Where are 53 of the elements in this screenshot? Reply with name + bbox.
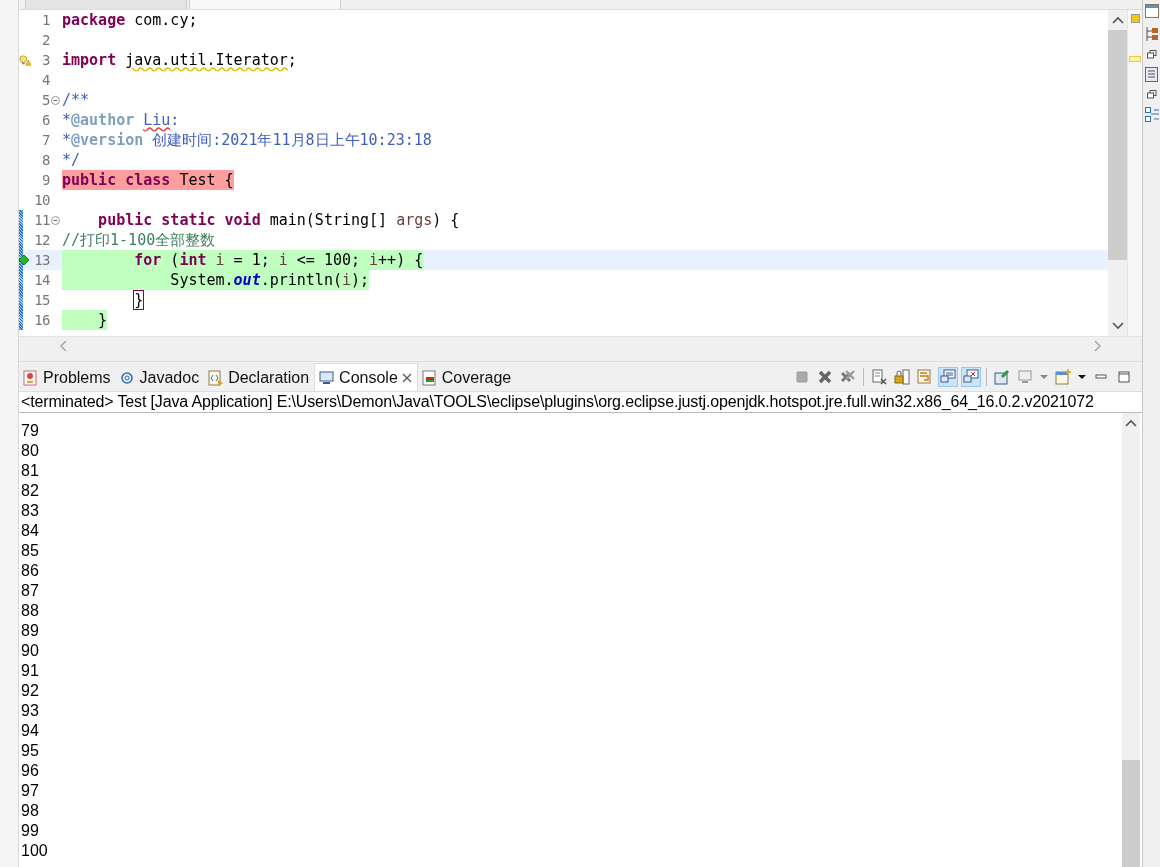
panel-tab[interactable]: Coverage <box>417 364 517 391</box>
line-number: 6 <box>41 112 50 128</box>
console-output-line: 99 <box>21 821 40 841</box>
line-number: 12 <box>33 232 50 248</box>
line-number: 16 <box>33 312 50 328</box>
console-output-line: 97 <box>21 781 40 801</box>
line-number: 11 <box>33 212 50 228</box>
console-output-line: 89 <box>21 621 40 641</box>
line-number: 10 <box>33 192 50 208</box>
console-output-line: 84 <box>21 521 40 541</box>
code-line: public static void main(String[] args) { <box>97 210 460 230</box>
line-number: 3 <box>41 52 50 68</box>
code-line: package com.cy; <box>62 10 198 30</box>
console-output-line: 81 <box>21 461 40 481</box>
console-output-line: 93 <box>21 701 40 721</box>
console-output-line: 98 <box>21 801 40 821</box>
code-line: import java.util.Iterator; <box>62 50 297 70</box>
line-number: 7 <box>41 132 50 148</box>
panel-tab[interactable]: Javadoc <box>115 364 205 391</box>
code-line: *@author Liu: <box>62 110 180 130</box>
console-output-line: 90 <box>21 641 40 661</box>
console-output-line: 94 <box>21 721 40 741</box>
console-header: <terminated> Test [Java Application] E:\Users\Demon\Java\TOOLS\eclipse\plugins\org.eclipse.justj.openjdk.hotspot.jre.full.win32.x86_64_16.0.2.v2021072 <box>19 392 1142 413</box>
line-number: 1 <box>41 12 50 28</box>
line-number: 2 <box>41 32 50 48</box>
console-output-line: 85 <box>21 541 40 561</box>
panel-tab[interactable]: Declaration <box>204 364 315 391</box>
line-number: 9 <box>41 172 50 188</box>
console-output-line: 86 <box>21 561 40 581</box>
console-output-line: 79 <box>21 421 40 441</box>
console-output-line: 87 <box>21 581 40 601</box>
console-output-line: 96 <box>21 761 40 781</box>
console-output-line: 82 <box>21 481 40 501</box>
code-line: /** <box>62 90 90 110</box>
line-number: 14 <box>33 272 50 288</box>
console-output-line: 88 <box>21 601 40 621</box>
panel-tab[interactable]: Console <box>314 363 418 391</box>
console-output-line: 83 <box>21 501 40 521</box>
console-output-line: 80 <box>21 441 40 461</box>
code-line: *@version 创建时间:2021年11月8日上午10:23:18 <box>62 130 432 150</box>
console-output-line: 92 <box>21 681 40 701</box>
line-number: 4 <box>41 72 50 88</box>
line-number: 5 <box>41 92 50 108</box>
code-line: */ <box>62 150 81 170</box>
line-number: 8 <box>41 152 50 168</box>
console-output-line: 100 <box>21 841 49 861</box>
console-output-line: 95 <box>21 741 40 761</box>
line-number: 15 <box>33 292 50 308</box>
code-line: } <box>133 290 144 310</box>
line-number: 13 <box>33 252 50 268</box>
console-output-line: 91 <box>21 661 40 681</box>
panel-tab[interactable]: Problems <box>19 364 116 391</box>
code-line: //打印1-100全部整数 <box>62 230 216 250</box>
